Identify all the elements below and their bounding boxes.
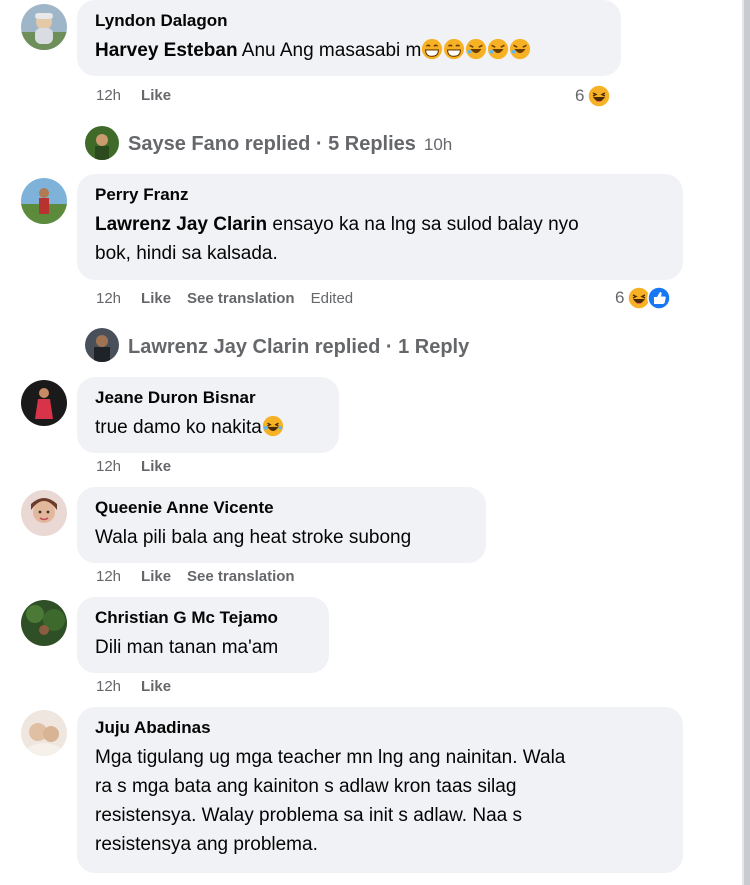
scrollbar[interactable] <box>744 0 750 885</box>
comment-time[interactable]: 12h <box>96 290 121 307</box>
comment-text: resistensya ang problema. <box>95 834 318 855</box>
avatar[interactable] <box>85 126 119 160</box>
comment-bubble: Christian G Mc Tejamo Dili man tanan ma'… <box>77 597 329 673</box>
comment-time[interactable]: 12h <box>96 87 121 104</box>
like-button[interactable]: Like <box>141 290 171 307</box>
comment-author[interactable]: Queenie Anne Vicente <box>95 497 468 519</box>
comment-time[interactable]: 12h <box>96 678 121 695</box>
like-button[interactable]: Like <box>141 87 171 104</box>
comment-text: Wala pili bala ang heat stroke subong <box>95 527 412 548</box>
comment-text: resistensya. Walay problema sa init s ad… <box>95 805 522 826</box>
comment-text: Harvey Esteban Anu Ang masasabi m <box>95 36 603 65</box>
replies-label[interactable]: Lawrenz Jay Clarin replied · 1 Reply <box>128 336 469 359</box>
grin-emoji-icon <box>443 38 465 61</box>
avatar[interactable] <box>21 178 67 224</box>
avatar[interactable] <box>21 600 67 646</box>
comment-time[interactable]: 12h <box>96 458 121 475</box>
comment-bubble: Jeane Duron Bisnar true damo ko nakita <box>77 377 339 453</box>
comment-text: Dili man tanan ma'am <box>95 637 279 658</box>
comment-text: Lawrenz Jay Clarin ensayo ka na lng sa s… <box>95 210 665 239</box>
reaction-count: 6 <box>615 288 625 307</box>
comment-author[interactable]: Perry Franz <box>95 184 665 206</box>
see-translation-link[interactable]: See translation <box>187 568 295 585</box>
edited-label[interactable]: Edited <box>311 290 354 307</box>
comment-actions: 12h Like <box>96 677 187 697</box>
mention-link[interactable]: Lawrenz Jay Clarin <box>95 214 267 235</box>
avatar[interactable] <box>21 710 67 756</box>
comment-bubble: Lyndon Dalagon Harvey Esteban Anu Ang ma… <box>77 0 621 76</box>
grin-emoji-icon <box>421 38 443 61</box>
comment-author[interactable]: Juju Abadinas <box>95 717 665 739</box>
comment-bubble: Queenie Anne Vicente Wala pili bala ang … <box>77 487 486 563</box>
avatar[interactable] <box>21 4 67 50</box>
like-button[interactable]: Like <box>141 568 171 585</box>
like-reaction-icon <box>647 286 672 310</box>
replies-label[interactable]: Sayse Fano replied · 5 Replies <box>128 133 416 156</box>
comment-text: true damo ko nakita <box>95 413 321 442</box>
rofl-emoji-icon <box>509 38 531 61</box>
comment-actions: 12h Like <box>96 457 187 477</box>
comment-body: Anu Ang masasabi m <box>237 40 422 61</box>
comment-body: ensayo ka na lng sa sulod balay nyo <box>267 214 579 235</box>
comment-time[interactable]: 12h <box>96 568 121 585</box>
comment-text: Mga tigulang ug mga teacher mn lng ang n… <box>95 747 566 768</box>
reply-time: 10h <box>423 134 453 154</box>
mention-link[interactable]: Harvey Esteban <box>95 40 238 61</box>
comment-bubble: Juju Abadinas Mga tigulang ug mga teache… <box>77 707 683 873</box>
reaction-summary[interactable]: 6 <box>615 286 672 310</box>
laughing-emoji-icon <box>262 415 284 438</box>
view-replies-link[interactable]: Sayse Fano replied · 5 Replies 10h <box>128 133 452 156</box>
reaction-summary[interactable]: 6 <box>575 84 612 108</box>
laughing-emoji-icon <box>587 84 612 108</box>
see-translation-link[interactable]: See translation <box>187 290 295 307</box>
comment-actions: 12h Like <box>96 86 187 106</box>
like-button[interactable]: Like <box>141 458 171 475</box>
comment-bubble: Perry Franz Lawrenz Jay Clarin ensayo ka… <box>77 174 683 280</box>
like-button[interactable]: Like <box>141 678 171 695</box>
comment-body: true damo ko nakita <box>95 417 262 438</box>
avatar[interactable] <box>21 490 67 536</box>
comment-text: ra s mga bata ang kainiton s adlaw kron … <box>95 776 517 797</box>
avatar[interactable] <box>21 380 67 426</box>
comment-author[interactable]: Christian G Mc Tejamo <box>95 607 311 629</box>
rofl-emoji-icon <box>487 38 509 61</box>
comment-author[interactable]: Lyndon Dalagon <box>95 10 603 32</box>
comment-text: bok, hindi sa kalsada. <box>95 243 278 264</box>
comment-author[interactable]: Jeane Duron Bisnar <box>95 387 321 409</box>
comment-actions: 12h Like See translation <box>96 567 311 587</box>
avatar[interactable] <box>85 328 119 362</box>
rofl-emoji-icon <box>465 38 487 61</box>
reaction-count: 6 <box>575 86 585 105</box>
comment-actions: 12h Like See translation Edited <box>96 289 369 309</box>
view-replies-link[interactable]: Lawrenz Jay Clarin replied · 1 Reply <box>128 336 469 359</box>
